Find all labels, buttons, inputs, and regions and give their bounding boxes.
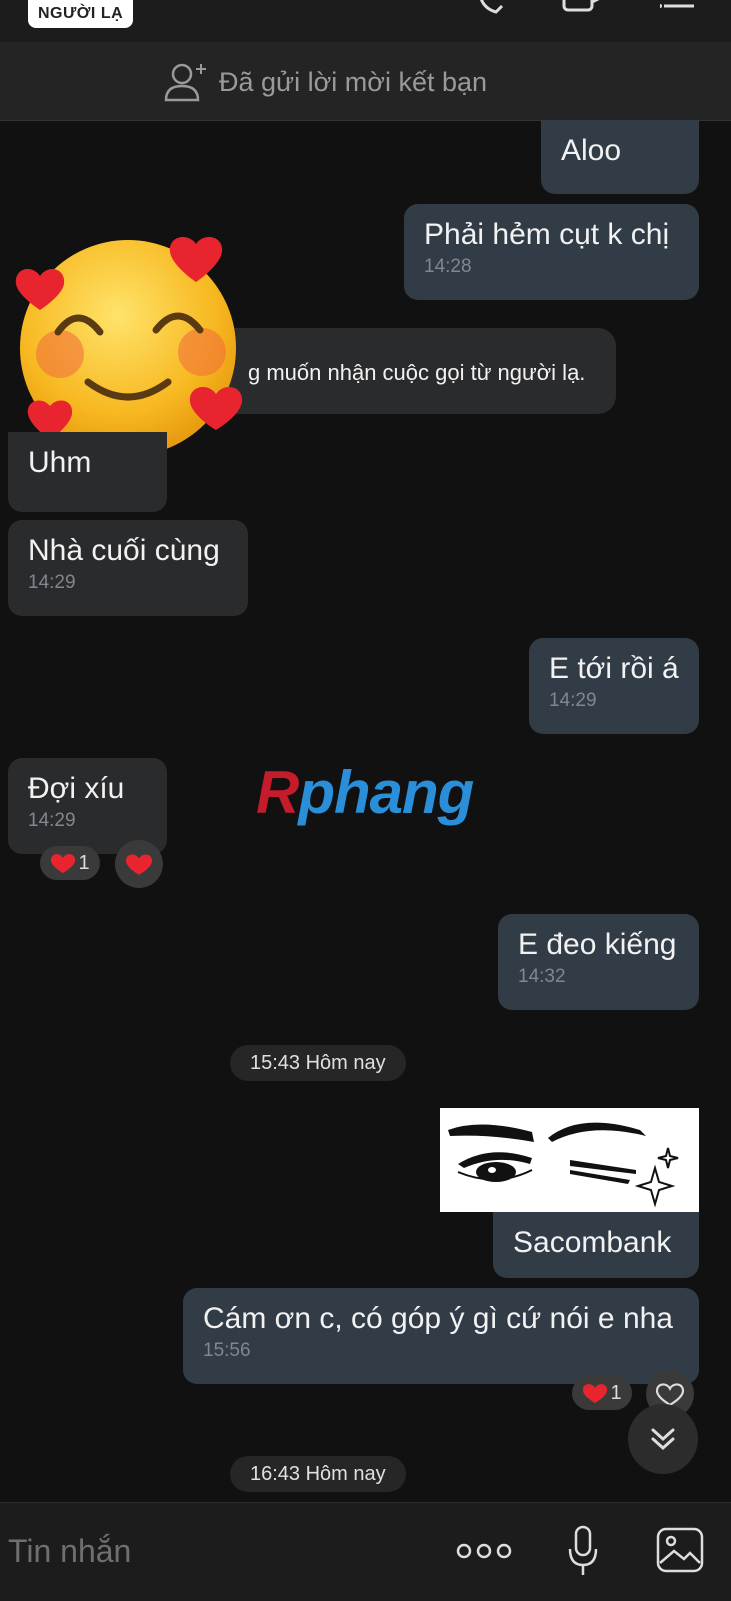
react-heart-button[interactable] [115,840,163,888]
more-options-icon[interactable] [456,1541,512,1561]
reaction-count: 1 [610,1381,622,1404]
message-composer: Tin nhắn [0,1502,731,1601]
message-text: E đeo kiếng [518,928,677,961]
message-incoming[interactable]: Nhà cuối cùng 14:29 [8,520,248,616]
message-time: 14:29 [28,572,76,593]
message-incoming[interactable]: Uhm [8,432,167,512]
message-text: Phải hẻm cụt k chị [424,218,670,251]
message-input[interactable]: Tin nhắn [8,1533,131,1570]
system-notice: g muốn nhận cuộc gọi từ người lạ. [200,328,616,414]
message-time: 15:56 [203,1340,251,1361]
friend-request-bar[interactable]: Đã gửi lời mời kết bạn [0,42,731,121]
heart-outline-icon [656,1383,684,1406]
smiling-face-with-hearts-icon [15,237,243,454]
friend-request-text: Đã gửi lời mời kết bạn [219,66,488,97]
message-outgoing[interactable]: Sacombank [493,1212,699,1278]
system-notice-text: g muốn nhận cuộc gọi từ người lạ. [248,360,586,385]
message-time: 14:29 [28,810,76,831]
date-separator: 15:43 Hôm nay [230,1045,406,1081]
top-bar: NGƯỜI LẠ [0,0,731,42]
stranger-badge: NGƯỜI LẠ [28,0,134,28]
message-time: 14:32 [518,966,566,987]
heart-icon [51,854,76,873]
menu-icon[interactable] [660,0,700,16]
winking-eyes-sticker [448,1122,679,1208]
message-time: 14:29 [549,690,597,711]
message-outgoing[interactable]: E tới rồi á 14:29 [529,638,699,734]
microphone-icon[interactable] [566,1525,600,1577]
sticker-image[interactable] [440,1108,699,1212]
message-time: 14:28 [424,256,472,277]
scroll-to-bottom-button[interactable] [628,1404,698,1474]
message-text: E tới rồi á [549,652,679,685]
double-chevron-down-icon [651,1428,675,1451]
message-text: Aloo [561,134,622,167]
heart-reaction-count[interactable]: 1 [572,1376,632,1410]
phone-call-icon[interactable] [476,0,512,16]
message-text: Sacombank [513,1226,672,1259]
message-text: Nhà cuối cùng [28,534,220,567]
image-icon[interactable] [656,1527,704,1573]
video-call-icon[interactable] [562,0,608,16]
message-outgoing[interactable]: Cám ơn c, có góp ý gì cứ nói e nha 15:56 [183,1288,699,1384]
heart-reaction-count[interactable]: 1 [40,846,100,880]
watermark-logo: Rphang [256,759,474,826]
heart-icon [126,854,152,875]
message-text: Đợi xíu [28,772,125,805]
message-text: Cám ơn c, có góp ý gì cứ nói e nha [203,1302,673,1335]
message-outgoing[interactable]: E đeo kiếng 14:32 [498,914,699,1010]
date-separator: 16:43 Hôm nay [230,1456,406,1492]
heart-icon [583,1384,608,1403]
add-friend-icon [164,63,206,102]
message-text: Uhm [28,446,92,479]
message-outgoing[interactable]: Phải hẻm cụt k chị 14:28 [404,204,699,300]
message-outgoing[interactable]: Aloo [541,120,699,194]
reaction-count: 1 [78,851,90,874]
